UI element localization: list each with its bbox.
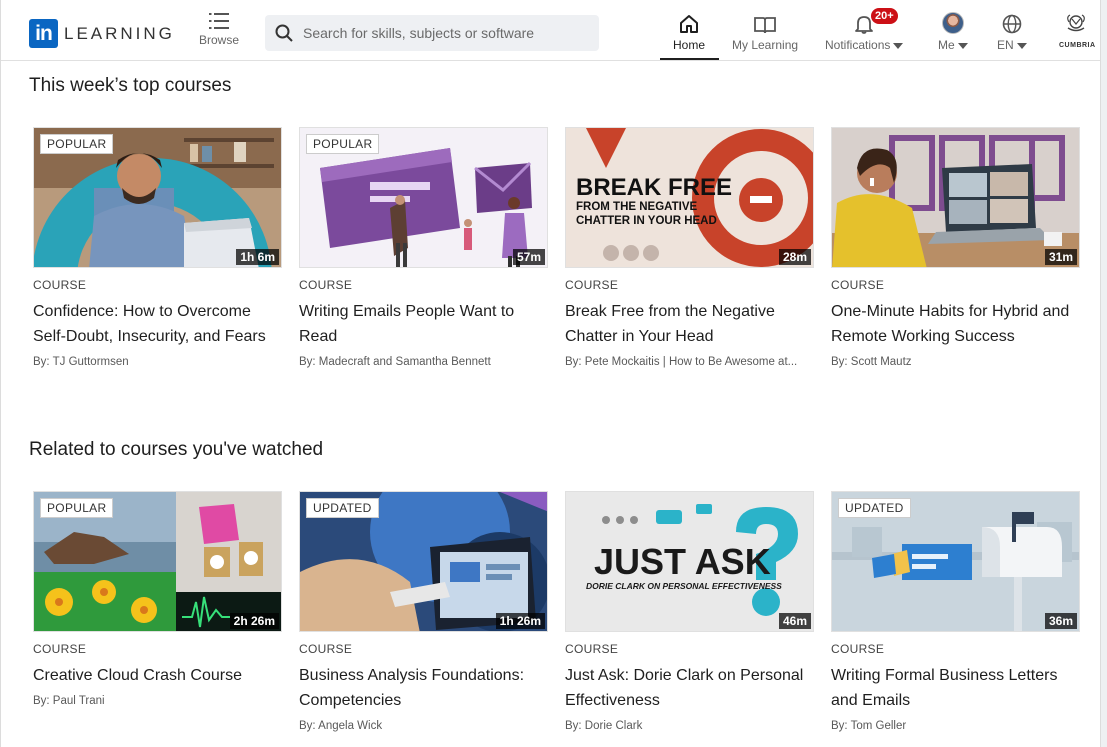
organization-logo[interactable]: CUMBRIA — [1059, 14, 1096, 49]
course-duration: 57m — [512, 249, 545, 265]
course-thumbnail[interactable]: POPULAR 2h 26m — [33, 491, 282, 632]
thumbnail-image — [832, 128, 1079, 267]
nav-my-learning-label: My Learning — [732, 38, 799, 52]
course-duration: 28m — [778, 249, 811, 265]
nav-notifications-label: Notifications — [825, 38, 891, 52]
thumbnail-image: BREAK FREE FROM THE NEGATIVE CHATTER IN … — [566, 128, 813, 267]
content-type: COURSE — [831, 278, 885, 292]
course-title[interactable]: Just Ask: Dorie Clark on Personal Effect… — [565, 663, 814, 713]
course-tag: POPULAR — [40, 134, 114, 154]
section-title: This week’s top courses — [29, 75, 232, 96]
course-card[interactable]: 31m COURSE One-Minute Habits for Hybrid … — [831, 127, 1080, 368]
chevron-down-icon — [957, 42, 968, 49]
thumbnail-subline: DORIE CLARK ON PERSONAL EFFECTIVENESS — [586, 581, 782, 591]
course-card[interactable]: POPULAR 2h 26m COURSE Creative Cloud Cra… — [33, 491, 282, 707]
section-title: Related to courses you've watched — [29, 439, 324, 460]
active-tab-indicator — [660, 58, 719, 60]
content-type: COURSE — [299, 278, 353, 292]
course-card[interactable]: POPULAR 1h 6m COURSE Confidence: How to … — [33, 127, 282, 368]
search-icon — [275, 24, 293, 42]
thumbnail-headline: JUST ASK — [594, 541, 771, 582]
content-type: COURSE — [565, 278, 619, 292]
content-type: COURSE — [299, 642, 353, 656]
course-duration: 31m — [1044, 249, 1077, 265]
nav-me[interactable]: Me — [938, 12, 968, 52]
top-nav: in LEARNING Browse Home — [1, 0, 1100, 61]
avatar — [941, 12, 964, 34]
course-author[interactable]: By: Angela Wick — [299, 720, 548, 732]
thumbnail-image: JUST ASK DORIE CLARK ON PERSONAL EFFECTI… — [566, 492, 813, 631]
course-title[interactable]: Writing Emails People Want to Read — [299, 299, 548, 349]
content-type: COURSE — [831, 642, 885, 656]
course-duration: 2h 26m — [229, 613, 279, 629]
course-author[interactable]: By: Pete Mockaitis | How to Be Awesome a… — [565, 356, 814, 368]
course-title[interactable]: Break Free from the Negative Chatter in … — [565, 299, 814, 349]
course-duration: 36m — [1044, 613, 1077, 629]
course-title[interactable]: One-Minute Habits for Hybrid and Remote … — [831, 299, 1080, 349]
course-author[interactable]: By: Paul Trani — [33, 695, 282, 707]
logo-wordmark: LEARNING — [64, 23, 175, 43]
course-title[interactable]: Business Analysis Foundations: Competenc… — [299, 663, 548, 713]
nav-my-learning[interactable]: My Learning — [732, 12, 798, 52]
course-card[interactable]: JUST ASK DORIE CLARK ON PERSONAL EFFECTI… — [565, 491, 814, 732]
linkedin-learning-logo[interactable]: in LEARNING — [29, 19, 175, 48]
course-duration: 1h 26m — [495, 613, 545, 629]
course-duration: 1h 6m — [236, 249, 279, 265]
thumbnail-headline: BREAK FREE — [576, 174, 732, 201]
nav-language-label: EN — [997, 38, 1014, 52]
page-gutter — [1101, 0, 1107, 747]
list-icon — [209, 13, 229, 29]
course-author[interactable]: By: Scott Mautz — [831, 356, 1080, 368]
course-thumbnail[interactable]: POPULAR 57m — [299, 127, 548, 268]
course-title[interactable]: Writing Formal Business Letters and Emai… — [831, 663, 1080, 713]
course-thumbnail[interactable]: 31m — [831, 127, 1080, 268]
course-tag: POPULAR — [40, 498, 114, 518]
app-frame: in LEARNING Browse Home — [0, 0, 1101, 747]
linkedin-in-icon: in — [29, 19, 58, 48]
organization-name: CUMBRIA — [1059, 42, 1096, 49]
course-tag: UPDATED — [838, 498, 911, 518]
nav-language[interactable]: EN — [997, 12, 1027, 52]
course-author[interactable]: By: Madecraft and Samantha Bennett — [299, 356, 548, 368]
course-author[interactable]: By: Tom Geller — [831, 720, 1080, 732]
content-type: COURSE — [565, 642, 619, 656]
notifications-badge: 20+ — [871, 8, 898, 24]
course-card[interactable]: UPDATED 36m COURSE Writing Formal Busine… — [831, 491, 1080, 732]
course-author[interactable]: By: TJ Guttormsen — [33, 356, 282, 368]
thumbnail-subline: CHATTER IN YOUR HEAD — [576, 215, 717, 227]
content-type: COURSE — [33, 278, 87, 292]
chevron-down-icon — [1016, 42, 1027, 49]
chevron-down-icon — [893, 42, 904, 49]
course-tag: UPDATED — [306, 498, 379, 518]
course-duration: 46m — [778, 613, 811, 629]
browse-label: Browse — [198, 33, 239, 47]
book-icon — [754, 17, 776, 34]
course-thumbnail[interactable]: POPULAR 1h 6m — [33, 127, 282, 268]
course-thumbnail[interactable]: UPDATED 36m — [831, 491, 1080, 632]
browse-button[interactable]: Browse — [197, 12, 241, 47]
nav-home[interactable]: Home — [673, 12, 705, 52]
course-thumbnail[interactable]: UPDATED 1h 26m — [299, 491, 548, 632]
course-card[interactable]: UPDATED 1h 26m COURSE Business Analysis … — [299, 491, 548, 732]
course-title[interactable]: Confidence: How to Overcome Self-Doubt, … — [33, 299, 282, 349]
home-icon — [680, 15, 698, 33]
content-type: COURSE — [33, 642, 87, 656]
nav-home-label: Home — [673, 38, 706, 52]
course-card[interactable]: POPULAR 57m COURSE Writing Emails People… — [299, 127, 548, 368]
globe-icon — [1002, 14, 1022, 34]
course-card[interactable]: BREAK FREE FROM THE NEGATIVE CHATTER IN … — [565, 127, 814, 368]
nav-me-label: Me — [938, 38, 955, 52]
course-thumbnail[interactable]: JUST ASK DORIE CLARK ON PERSONAL EFFECTI… — [565, 491, 814, 632]
search-bar[interactable] — [265, 15, 599, 51]
course-author[interactable]: By: Dorie Clark — [565, 720, 814, 732]
search-input[interactable] — [303, 25, 593, 41]
course-thumbnail[interactable]: BREAK FREE FROM THE NEGATIVE CHATTER IN … — [565, 127, 814, 268]
course-tag: POPULAR — [306, 134, 380, 154]
thumbnail-subline: FROM THE NEGATIVE — [576, 201, 698, 213]
crest-icon — [1067, 14, 1085, 32]
